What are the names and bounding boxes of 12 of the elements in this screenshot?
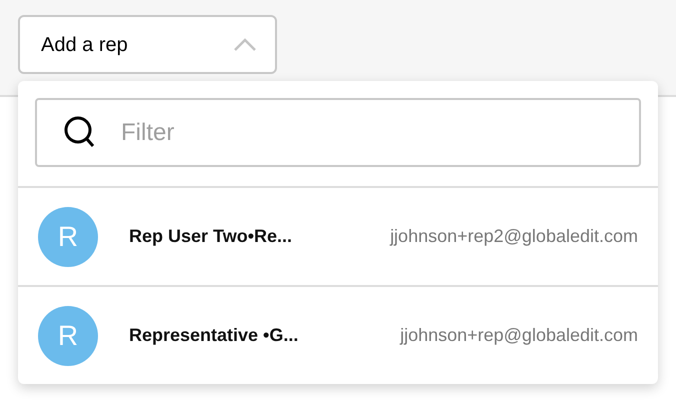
add-rep-dropdown[interactable]: Add a rep	[18, 15, 277, 74]
rep-item[interactable]: R Rep User Two•Re... jjohnson+rep2@globaledit.com	[18, 186, 658, 285]
rep-email: jjohnson+rep2@globaledit.com	[390, 225, 638, 248]
rep-email: jjohnson+rep@globaledit.com	[400, 324, 638, 347]
rep-item[interactable]: R Representative •G... jjohnson+rep@globaledit.com	[18, 285, 658, 384]
rep-name: Representative •G...	[129, 324, 298, 347]
rep-name: Rep User Two•Re...	[129, 225, 292, 248]
chevron-icon	[233, 38, 257, 52]
avatar: R	[38, 306, 98, 366]
avatar: R	[38, 206, 98, 266]
filter-field[interactable]: Filter	[35, 98, 641, 167]
search-icon	[63, 115, 97, 149]
